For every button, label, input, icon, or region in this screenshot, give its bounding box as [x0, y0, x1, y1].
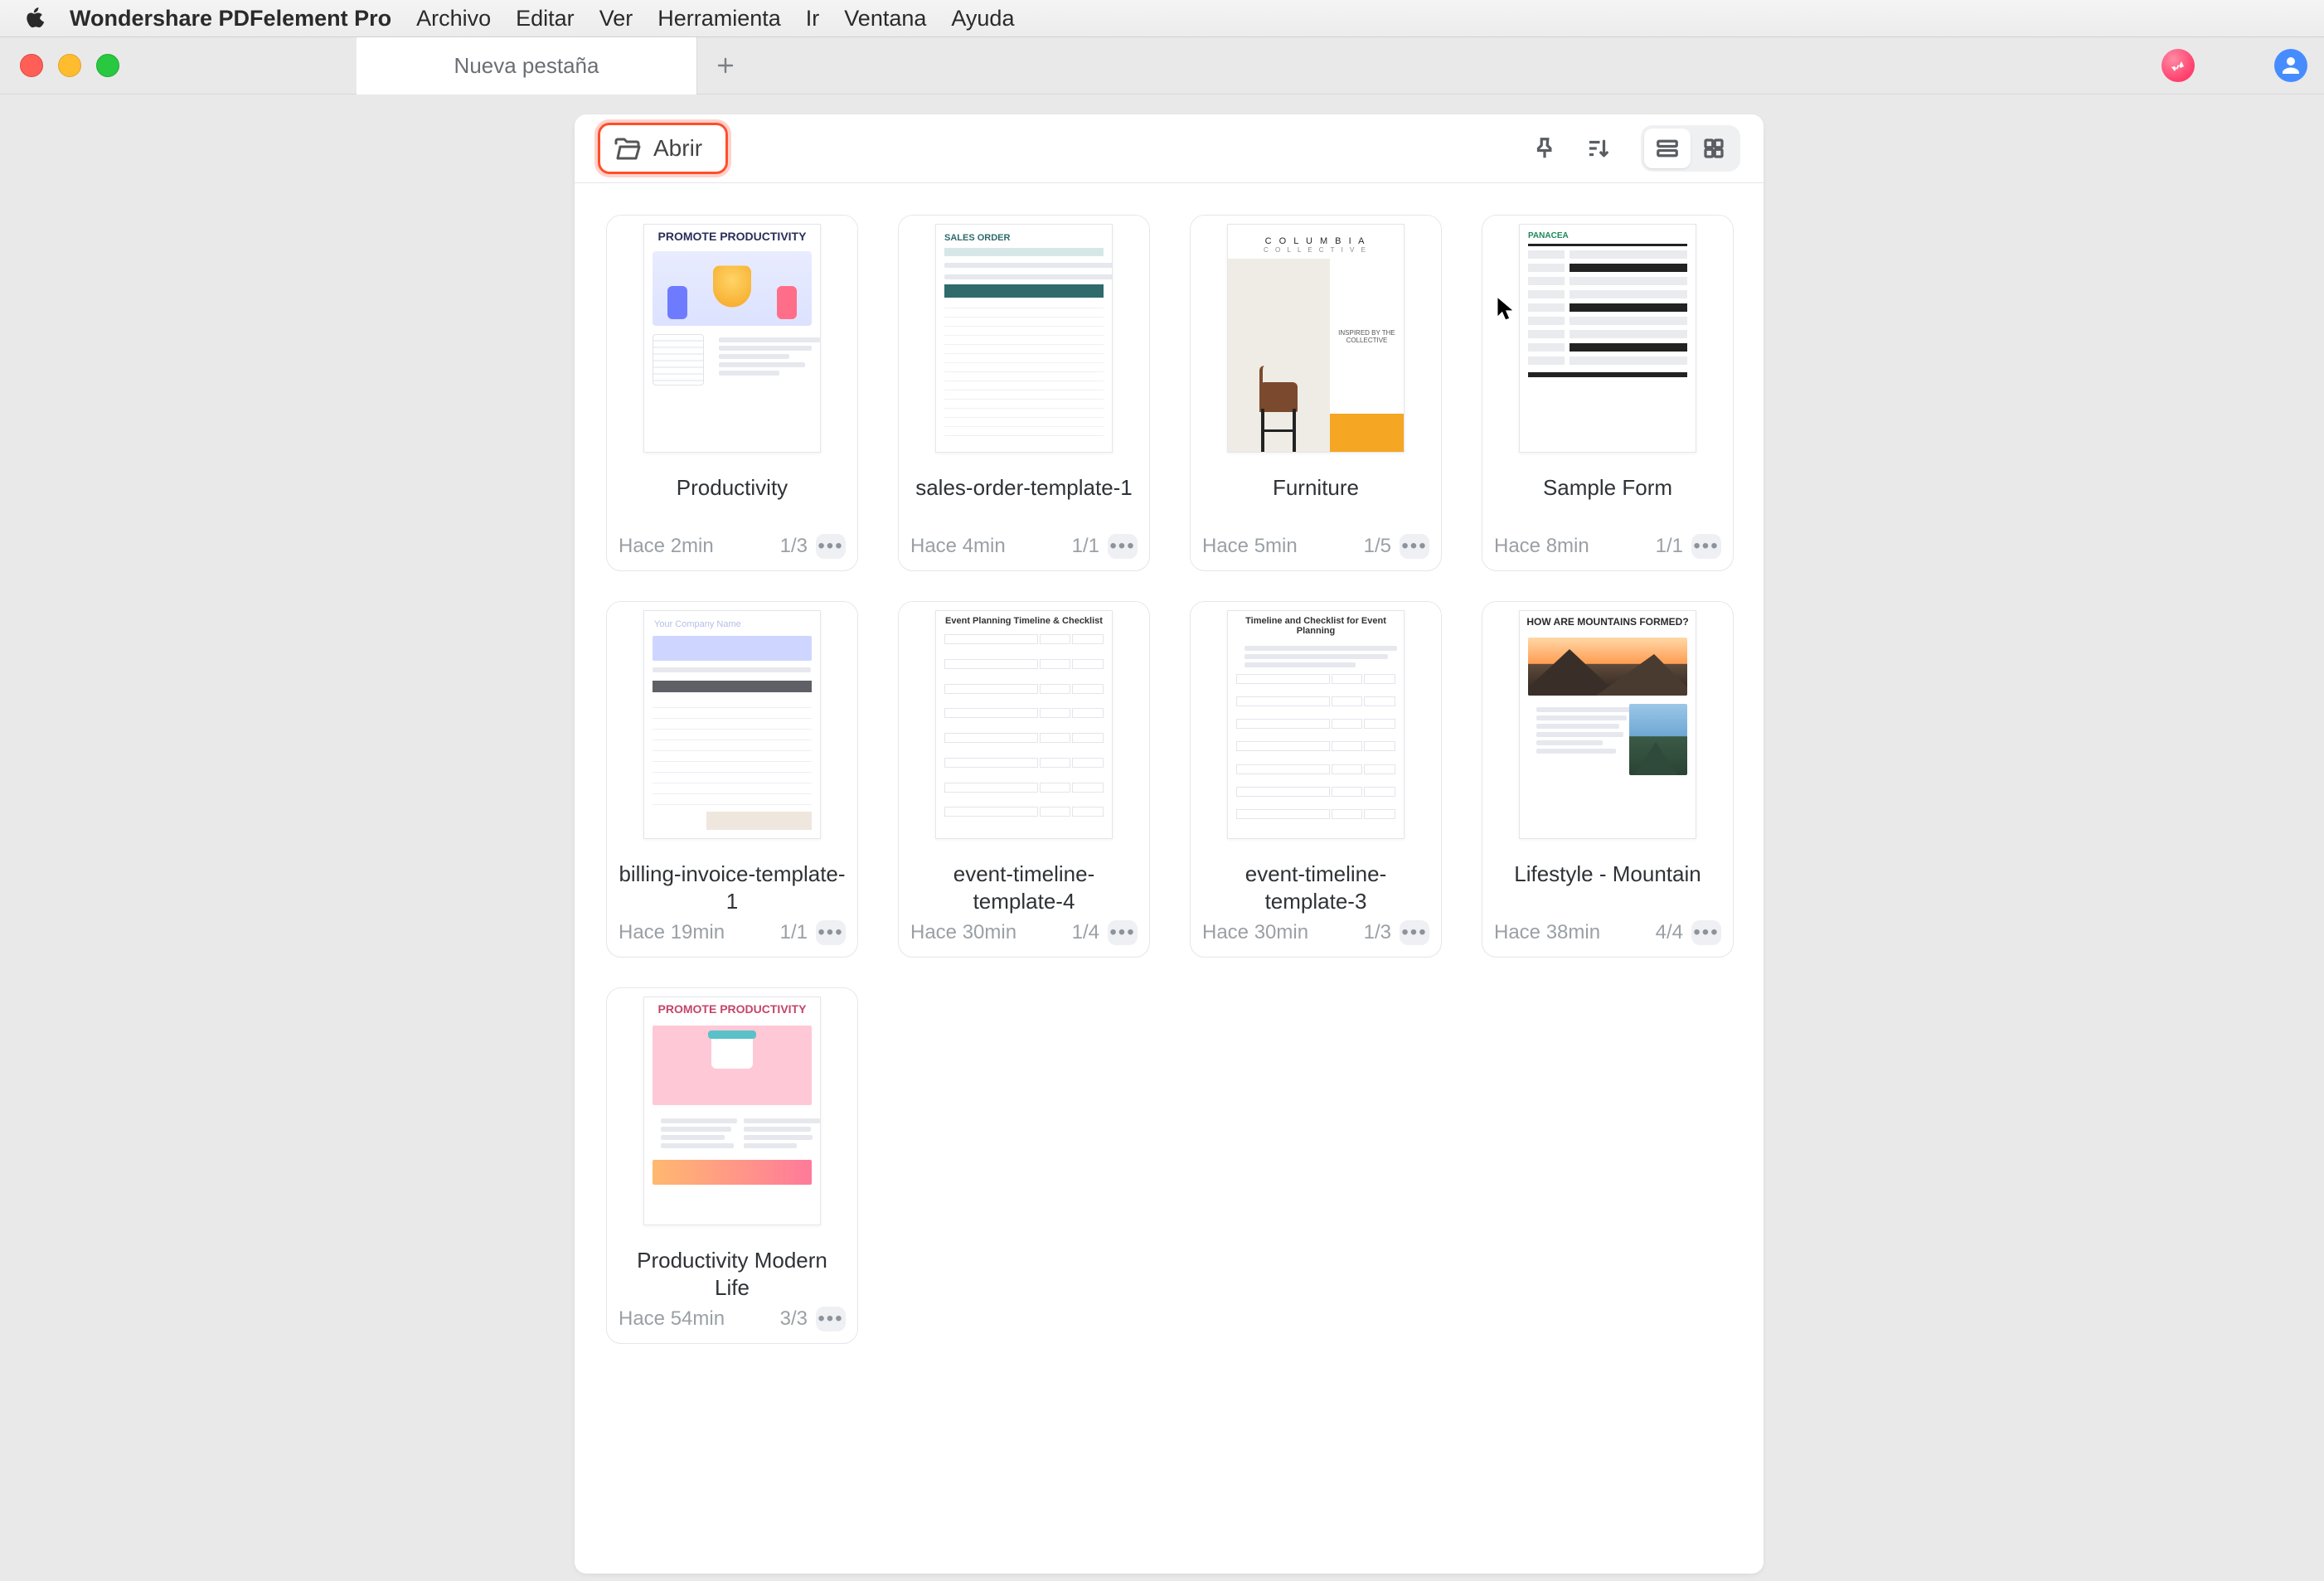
file-meta: Hace 4min 1/1 ••• [899, 534, 1149, 570]
file-meta: Hace 38min 4/4 ••• [1482, 920, 1733, 957]
file-time: Hace 19min [619, 921, 725, 944]
menu-archivo[interactable]: Archivo [416, 6, 491, 32]
file-thumbnail: SALES ORDER [899, 216, 1149, 461]
window-close-button[interactable] [20, 54, 43, 77]
panel-tools [1525, 125, 1740, 172]
file-meta: Hace 19min 1/1 ••• [607, 920, 857, 957]
folder-open-icon [614, 136, 642, 161]
menu-ventana[interactable]: Ventana [844, 6, 926, 32]
file-title: billing-invoice-template-1 [607, 847, 857, 920]
recent-files-panel: Abrir PROMO [575, 114, 1764, 1574]
open-button-label: Abrir [653, 135, 702, 162]
sort-button[interactable] [1578, 129, 1618, 168]
file-pages: 1/3 [780, 535, 808, 558]
file-time: Hace 30min [910, 921, 1016, 944]
file-pages: 3/3 [780, 1307, 808, 1331]
file-thumbnail: PROMOTE PRODUCTIVITY [607, 988, 857, 1234]
app-name: Wondershare PDFelement Pro [70, 6, 391, 32]
file-title: Lifestyle - Mountain [1482, 847, 1733, 920]
file-card[interactable]: C O L U M B I A C O L L E C T I V E I [1190, 215, 1442, 571]
stage: Abrir PROMO [0, 95, 2324, 1581]
menu-ir[interactable]: Ir [806, 6, 820, 32]
file-card[interactable]: Event Planning Timeline & Checklist even… [898, 601, 1150, 958]
file-card[interactable]: Timeline and Checklist for Event Plannin… [1190, 601, 1442, 958]
apple-icon[interactable] [23, 7, 45, 29]
file-meta: Hace 30min 1/3 ••• [1191, 920, 1441, 957]
file-more-button[interactable]: ••• [816, 1307, 846, 1331]
open-button[interactable]: Abrir [598, 123, 728, 174]
file-more-button[interactable]: ••• [1691, 534, 1721, 559]
file-pages: 1/1 [1656, 535, 1683, 558]
file-time: Hace 54min [619, 1307, 725, 1331]
file-time: Hace 4min [910, 535, 1006, 558]
file-title: Productivity Modern Life [607, 1234, 857, 1307]
window-controls [20, 37, 119, 94]
menu-ayuda[interactable]: Ayuda [951, 6, 1014, 32]
macos-menubar: Wondershare PDFelement Pro Archivo Edita… [0, 0, 2324, 37]
file-pages: 1/1 [780, 921, 808, 944]
file-time: Hace 30min [1202, 921, 1308, 944]
file-time: Hace 2min [619, 535, 714, 558]
file-meta: Hace 5min 1/5 ••• [1191, 534, 1441, 570]
file-card[interactable]: PANACEA Sample Form Hace 8min 1/1 ••• [1482, 215, 1734, 571]
pin-button[interactable] [1525, 129, 1565, 168]
file-meta: Hace 2min 1/3 ••• [607, 534, 857, 570]
file-thumbnail: Timeline and Checklist for Event Plannin… [1191, 602, 1441, 847]
file-more-button[interactable]: ••• [1108, 534, 1138, 559]
file-thumbnail: Your Company Name [607, 602, 857, 847]
file-title: event-timeline-template-4 [899, 847, 1149, 920]
file-meta: Hace 54min 3/3 ••• [607, 1307, 857, 1343]
file-pages: 1/4 [1072, 921, 1099, 944]
menu-editar[interactable]: Editar [516, 6, 575, 32]
file-pages: 1/5 [1364, 535, 1391, 558]
file-pages: 1/3 [1364, 921, 1391, 944]
window-minimize-button[interactable] [58, 54, 81, 77]
menu-herramienta[interactable]: Herramienta [657, 6, 781, 32]
file-more-button[interactable]: ••• [1691, 920, 1721, 945]
view-list-button[interactable] [1644, 129, 1691, 168]
file-grid: PROMOTE PRODUCTIVITY Productivity Hace 2… [575, 183, 1764, 1360]
file-title: Furniture [1191, 461, 1441, 534]
file-thumbnail: PROMOTE PRODUCTIVITY [607, 216, 857, 461]
panel-header: Abrir [575, 114, 1764, 183]
file-more-button[interactable]: ••• [1108, 920, 1138, 945]
file-title: event-timeline-template-3 [1191, 847, 1441, 920]
tab-label: Nueva pestaña [454, 53, 599, 79]
file-time: Hace 8min [1494, 535, 1589, 558]
file-time: Hace 5min [1202, 535, 1298, 558]
new-tab-button[interactable] [697, 37, 754, 94]
file-title: Sample Form [1482, 461, 1733, 534]
view-toggle [1641, 125, 1740, 172]
file-more-button[interactable]: ••• [816, 534, 846, 559]
file-title: sales-order-template-1 [899, 461, 1149, 534]
account-avatar[interactable] [2274, 49, 2307, 82]
tab-new[interactable]: Nueva pestaña [357, 37, 697, 94]
file-pages: 4/4 [1656, 921, 1683, 944]
file-thumbnail: Event Planning Timeline & Checklist [899, 602, 1149, 847]
view-grid-button[interactable] [1691, 129, 1737, 168]
file-thumbnail: HOW ARE MOUNTAINS FORMED? [1482, 602, 1733, 847]
file-card[interactable]: SALES ORDER sales-order-template-1 Hace … [898, 215, 1150, 571]
promo-badge-icon[interactable] [2161, 49, 2195, 82]
file-meta: Hace 30min 1/4 ••• [899, 920, 1149, 957]
window-zoom-button[interactable] [96, 54, 119, 77]
file-card[interactable]: PROMOTE PRODUCTIVITY Productivity Modern… [606, 987, 858, 1344]
file-time: Hace 38min [1494, 921, 1600, 944]
window-tabbar: Nueva pestaña [0, 37, 2324, 95]
file-more-button[interactable]: ••• [1400, 920, 1429, 945]
file-title: Productivity [607, 461, 857, 534]
file-card[interactable]: PROMOTE PRODUCTIVITY Productivity Hace 2… [606, 215, 858, 571]
file-more-button[interactable]: ••• [1400, 534, 1429, 559]
file-thumbnail: PANACEA [1482, 216, 1733, 461]
file-meta: Hace 8min 1/1 ••• [1482, 534, 1733, 570]
file-thumbnail: C O L U M B I A C O L L E C T I V E I [1191, 216, 1441, 461]
file-card[interactable]: HOW ARE MOUNTAINS FORMED? Lifestyle - Mo… [1482, 601, 1734, 958]
file-more-button[interactable]: ••• [816, 920, 846, 945]
file-card[interactable]: Your Company Name billing-invoice-templa… [606, 601, 858, 958]
file-pages: 1/1 [1072, 535, 1099, 558]
menu-ver[interactable]: Ver [599, 6, 633, 32]
